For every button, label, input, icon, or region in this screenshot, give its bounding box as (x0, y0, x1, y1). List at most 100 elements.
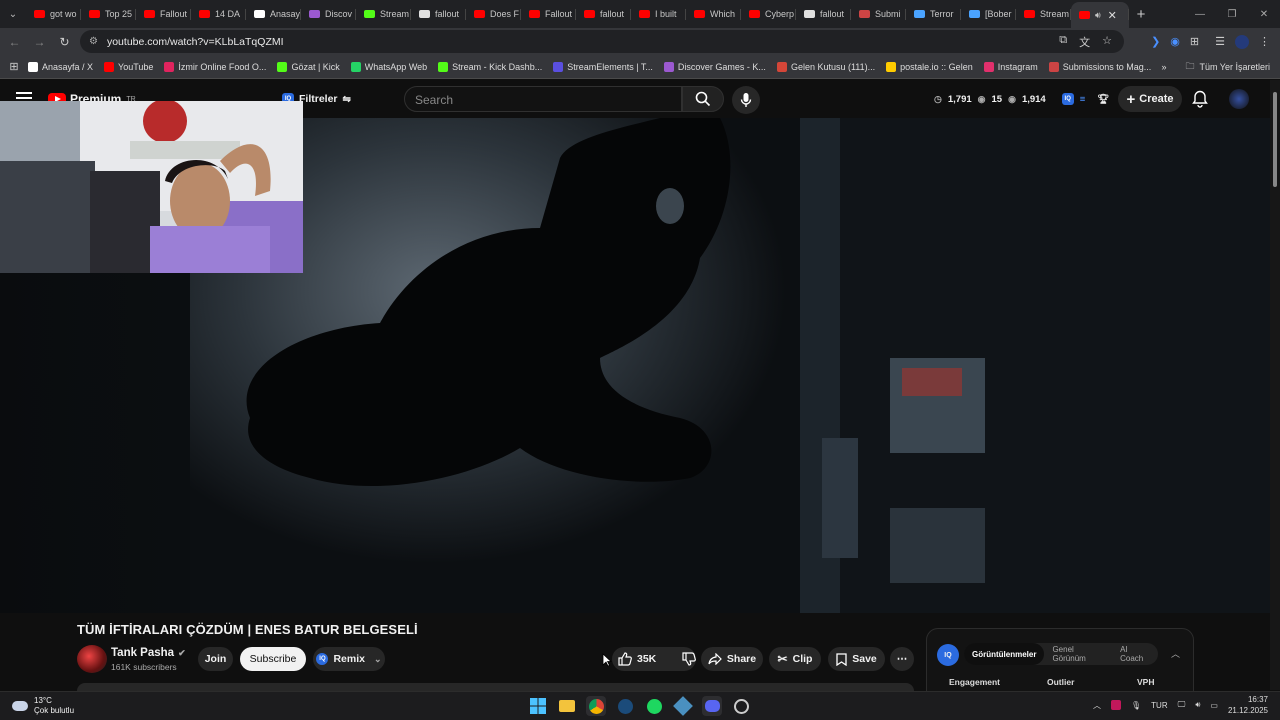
scrollbar-thumb[interactable] (1273, 92, 1277, 187)
browser-tab[interactable]: 14 DA (191, 2, 246, 26)
bookmark-item[interactable]: postale.io :: Gelen (886, 61, 973, 72)
browser-tab[interactable]: Stream (356, 2, 411, 26)
browser-tab[interactable]: fallout (411, 2, 466, 26)
tab-search-chevron-icon[interactable]: ⌄ (0, 0, 26, 28)
page-scrollbar[interactable] (1270, 80, 1280, 690)
all-bookmarks-link[interactable]: Tüm Yer İşaretleri (1199, 62, 1270, 72)
browser-tab[interactable]: Stream (1016, 2, 1071, 26)
collapse-chevron-icon[interactable]: ︿ (1171, 647, 1180, 660)
notifications-bell-icon[interactable] (1192, 90, 1208, 113)
browser-tab[interactable]: Discov (301, 2, 356, 26)
bookmark-item[interactable]: Gelen Kutusu (111)... (776, 61, 875, 72)
browser-tab[interactable]: Cyberp (741, 2, 796, 26)
apps-grid-icon[interactable]: ⊞ (0, 60, 28, 73)
network-app-icon[interactable] (673, 696, 693, 716)
browser-tab[interactable]: Does F (466, 2, 521, 26)
battery-icon[interactable]: ▭ (1210, 701, 1218, 710)
browser-tab[interactable]: Submi (851, 2, 906, 26)
more-actions-button[interactable]: ⋯ (890, 647, 914, 671)
tab-ai-coach[interactable]: AI Coach (1112, 645, 1158, 663)
bookmark-item[interactable]: Submissions to Mag... (1048, 61, 1151, 72)
browser-tab[interactable]: Top 25 (81, 2, 136, 26)
browser-tab[interactable]: [Bober (961, 2, 1016, 26)
remix-button[interactable]: IQ Remix ⌄ (313, 647, 385, 671)
reading-list-icon[interactable]: ☰ (1215, 35, 1225, 48)
list-icon[interactable]: ≡ (1080, 94, 1086, 105)
channel-name[interactable]: Tank Pasha ✔ (111, 647, 186, 659)
bookmark-item[interactable]: StreamElements | T... (553, 61, 653, 72)
spotify-icon[interactable] (644, 696, 664, 716)
browser-tab[interactable]: Fallout (521, 2, 576, 26)
browser-tab[interactable]: I built (631, 2, 686, 26)
mic-tray-icon[interactable]: 🎙︎ (1131, 701, 1141, 710)
extensions-puzzle-icon[interactable]: ⊞ (1190, 35, 1199, 48)
share-button[interactable]: Share (701, 647, 763, 671)
new-tab-button[interactable]: + (1129, 6, 1153, 23)
save-button[interactable]: Save (828, 647, 885, 671)
bookmark-item[interactable]: Stream - Kick Dashb... (438, 61, 542, 72)
search-button[interactable] (682, 86, 724, 112)
browser-tab[interactable]: Terror (906, 2, 961, 26)
voice-search-button[interactable] (732, 86, 760, 114)
tab-views[interactable]: Görüntülenmeler (964, 643, 1045, 665)
like-button[interactable]: 35K (618, 652, 656, 666)
bookmark-item[interactable]: Anasayfa / X (28, 61, 93, 72)
discord-icon[interactable] (702, 696, 722, 716)
extension-iq-icon[interactable]: ◉ (1170, 35, 1180, 48)
dropdown-chevron-icon[interactable]: ⌄ (374, 654, 382, 665)
channel-avatar[interactable] (77, 645, 107, 673)
translate-icon[interactable]: 文 (1079, 34, 1090, 50)
more-bookmarks-icon[interactable]: » (1161, 62, 1166, 72)
trophy-icon[interactable]: 🏆︎ (1097, 94, 1109, 105)
back-icon[interactable]: ← (2, 35, 27, 49)
clock[interactable]: 16:37 21.12.2025 (1228, 694, 1268, 716)
account-avatar[interactable] (1229, 89, 1249, 109)
iq-stats-icon[interactable]: IQ (1061, 93, 1074, 105)
bookmark-item[interactable]: İzmir Online Food O... (164, 61, 266, 72)
install-app-icon[interactable]: ⧉ (1059, 34, 1067, 50)
profile-avatar-icon[interactable] (1235, 34, 1249, 49)
start-windows-icon[interactable] (528, 696, 548, 716)
tray-overflow-icon[interactable]: ︿ (1093, 700, 1101, 711)
file-explorer-icon[interactable] (557, 696, 577, 716)
browser-tab[interactable]: Anasay (246, 2, 301, 26)
volume-icon[interactable]: 🔊︎ (1195, 700, 1200, 710)
weather-widget[interactable]: 13°C Çok bulutlu (12, 696, 74, 716)
tray-app-icon[interactable] (1111, 700, 1122, 710)
bookmark-star-icon[interactable]: ☆ (1102, 34, 1112, 50)
description-box[interactable] (77, 683, 914, 691)
browser-tab[interactable]: Fallout (136, 2, 191, 26)
bookmark-item[interactable]: YouTube (104, 61, 153, 72)
minimize-icon[interactable]: — (1184, 0, 1216, 28)
site-info-icon[interactable]: ⚙ (89, 36, 98, 47)
create-button[interactable]: + Create (1118, 86, 1182, 112)
language-indicator[interactable]: TUR (1151, 701, 1167, 710)
browser-tab[interactable]: got wo (26, 2, 81, 26)
clip-button[interactable]: ✂ Clip (769, 647, 821, 671)
chrome-icon[interactable] (586, 696, 606, 716)
omnibox[interactable]: ⚙ youtube.com/watch?v=KLbLaTqQZMI ⧉ 文 ☆ (80, 30, 1124, 53)
restore-icon[interactable]: ❐ (1216, 0, 1248, 28)
active-browser-tab[interactable]: 🔊︎ ✕ (1071, 2, 1129, 28)
close-tab-icon[interactable]: ✕ (1108, 9, 1117, 22)
bookmark-item[interactable]: Instagram (983, 61, 1038, 72)
close-window-icon[interactable]: ✕ (1248, 0, 1280, 28)
browser-tab[interactable]: fallout (576, 2, 631, 26)
bookmark-item[interactable]: Gözat | Kick (277, 61, 340, 72)
network-icon[interactable]: 🖵︎ (1178, 700, 1186, 710)
browser-tab[interactable]: fallout (796, 2, 851, 26)
browser-tab[interactable]: Which (686, 2, 741, 26)
browser-menu-icon[interactable]: ⋮ (1259, 35, 1270, 48)
extension-icon[interactable]: ❯ (1151, 35, 1160, 48)
join-button[interactable]: Join (198, 647, 233, 671)
bookmark-item[interactable]: Discover Games - K... (663, 61, 766, 72)
tab-overview[interactable]: Genel Görünüm (1044, 645, 1112, 663)
subscribe-button[interactable]: Subscribe (240, 647, 306, 671)
dislike-button[interactable] (682, 652, 697, 666)
audio-playing-icon[interactable]: 🔊︎ (1095, 10, 1101, 21)
forward-icon[interactable]: → (27, 35, 52, 49)
steam-icon[interactable] (615, 696, 635, 716)
bookmark-item[interactable]: WhatsApp Web (350, 61, 427, 72)
search-input[interactable]: Search (404, 86, 682, 112)
reload-icon[interactable]: ↻ (52, 35, 77, 49)
